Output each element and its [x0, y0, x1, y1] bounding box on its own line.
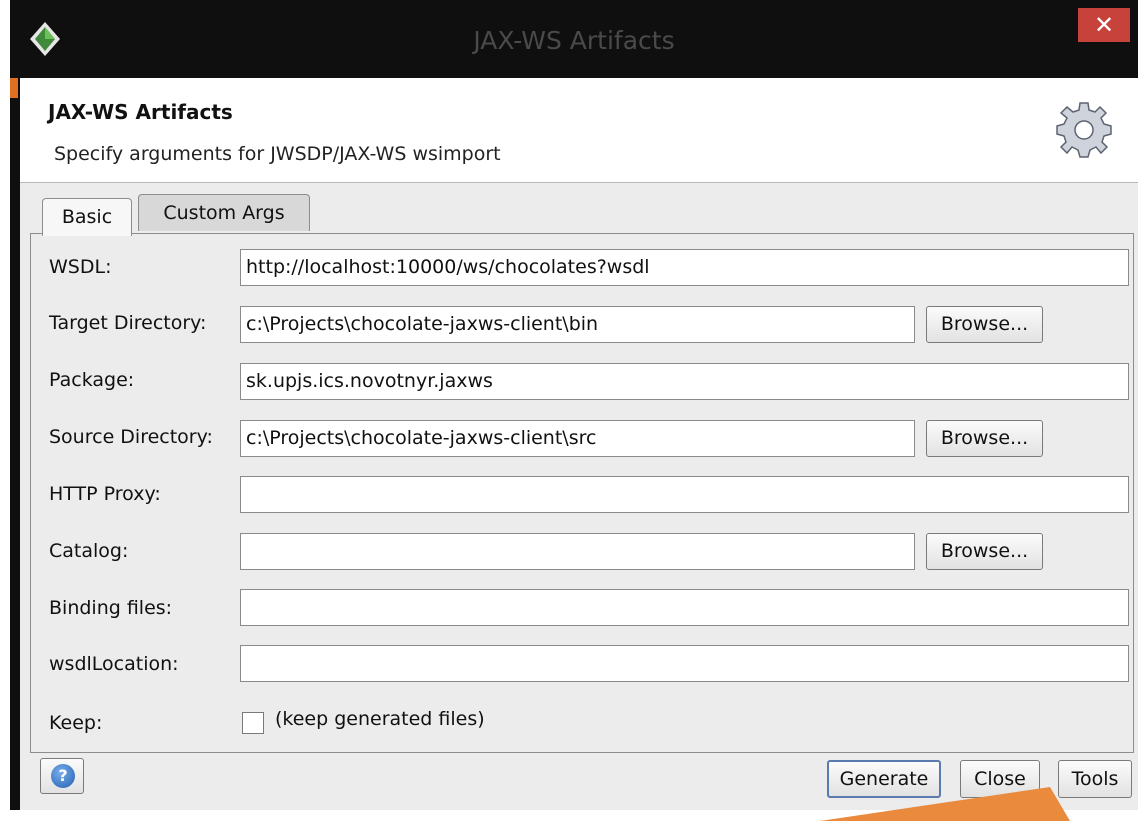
source-directory-label: Source Directory:: [49, 426, 213, 448]
tab-basic[interactable]: Basic: [42, 198, 132, 236]
window-title: JAX-WS Artifacts: [473, 26, 675, 55]
orange-edge-marker: [10, 78, 18, 98]
catalog-field[interactable]: [240, 533, 915, 570]
wsdl-location-label: wsdlLocation:: [49, 653, 179, 675]
wsdl-location-field[interactable]: [240, 645, 1129, 682]
help-button[interactable]: ?: [40, 758, 84, 794]
package-label: Package:: [49, 369, 135, 391]
target-directory-label: Target Directory:: [49, 312, 207, 334]
http-proxy-label: HTTP Proxy:: [49, 483, 161, 505]
catalog-label: Catalog:: [49, 540, 129, 562]
tab-custom-args[interactable]: Custom Args: [138, 194, 310, 231]
wsdl-field[interactable]: http://localhost:10000/ws/chocolates?wsd…: [240, 249, 1129, 286]
dialog-header: JAX-WS Artifacts Specify arguments for J…: [20, 78, 1138, 182]
header-description: Specify arguments for JWSDP/JAX-WS wsimp…: [54, 143, 501, 165]
header-separator: [20, 182, 1138, 183]
binding-files-label: Binding files:: [49, 597, 173, 619]
header-title: JAX-WS Artifacts: [48, 100, 233, 124]
gear-icon: [1056, 102, 1112, 158]
keep-checkbox[interactable]: [242, 712, 264, 734]
source-directory-field[interactable]: c:\Projects\chocolate-jaxws-client\src: [240, 420, 915, 457]
help-icon: ?: [51, 764, 75, 788]
tab-bar: Basic Custom Args: [20, 194, 1138, 236]
target-directory-field[interactable]: c:\Projects\chocolate-jaxws-client\bin: [240, 306, 915, 343]
callout-pointer: [820, 787, 1070, 821]
package-field[interactable]: sk.upjs.ics.novotnyr.jaxws: [240, 363, 1129, 400]
http-proxy-field[interactable]: [240, 476, 1129, 513]
wsdl-label: WSDL:: [49, 256, 112, 278]
keep-label: Keep:: [49, 712, 103, 734]
binding-files-field[interactable]: [240, 589, 1129, 626]
dialog-window: JAX-WS Artifacts ✕ JAX-WS Artifacts Spec…: [10, 0, 1138, 810]
dialog-client-area: JAX-WS Artifacts Specify arguments for J…: [20, 78, 1138, 810]
title-bar[interactable]: JAX-WS Artifacts ✕: [10, 0, 1138, 78]
catalog-browse-button[interactable]: Browse...: [926, 533, 1043, 570]
basic-tab-panel: WSDL: http://localhost:10000/ws/chocolat…: [30, 233, 1134, 753]
source-directory-browse-button[interactable]: Browse...: [926, 420, 1043, 457]
keep-checkbox-label[interactable]: (keep generated files): [275, 708, 485, 730]
target-directory-browse-button[interactable]: Browse...: [926, 306, 1043, 343]
window-close-button[interactable]: ✕: [1078, 8, 1130, 42]
